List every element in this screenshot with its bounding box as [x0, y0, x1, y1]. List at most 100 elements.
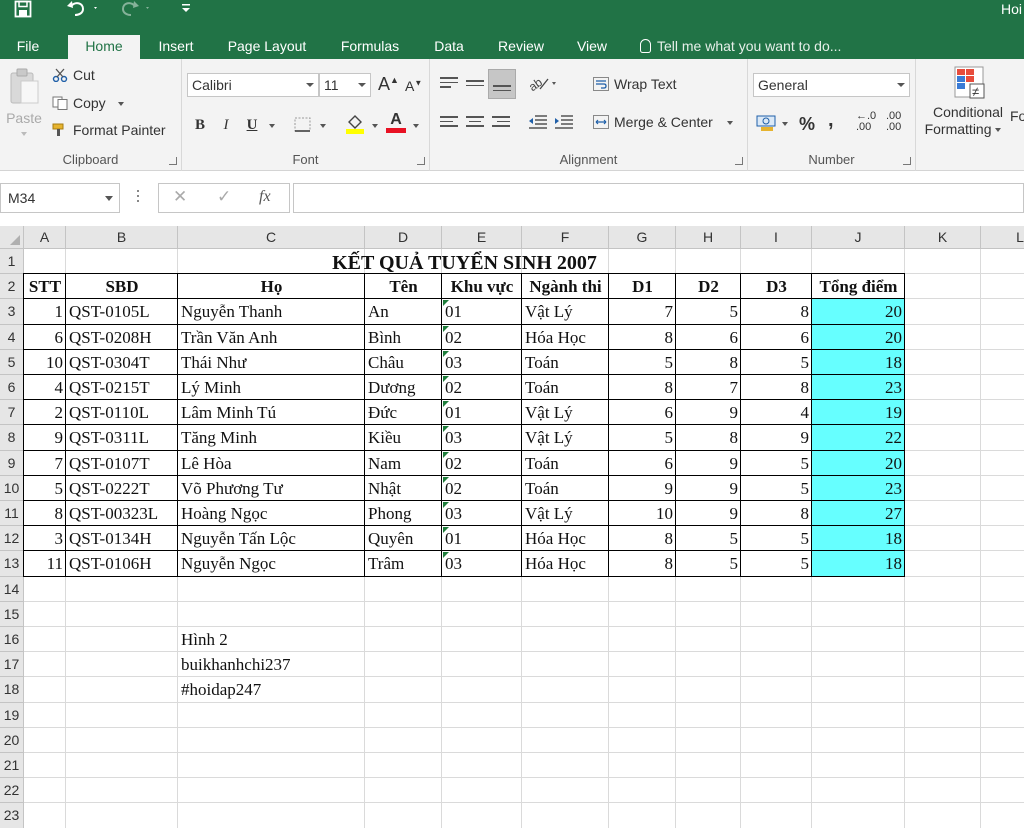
table-cell[interactable]: 8 [24, 501, 66, 526]
paste-button[interactable]: Paste [6, 67, 42, 147]
table-cell[interactable]: 9 [676, 476, 741, 501]
table-cell[interactable]: Trần Văn Anh [178, 325, 365, 350]
column-header-l[interactable]: L [981, 226, 1024, 249]
table-cell[interactable]: Nguyễn Ngọc [178, 551, 365, 576]
table-cell[interactable]: Nhật [365, 476, 442, 501]
table-header-cell[interactable]: D2 [676, 274, 741, 299]
align-left-icon[interactable] [440, 116, 458, 130]
percent-button[interactable]: % [799, 114, 815, 135]
note-cell[interactable]: Hình 2 [178, 627, 365, 652]
table-cell[interactable]: 01 [442, 299, 522, 324]
table-cell[interactable]: 3 [24, 526, 66, 551]
font-size-select[interactable]: 11 [319, 73, 371, 97]
row-header-22[interactable]: 22 [0, 778, 24, 804]
tell-me-search[interactable]: Tell me what you want to do... [640, 35, 841, 59]
table-cell[interactable]: Bình [365, 325, 442, 350]
row-header-3[interactable]: 3 [0, 299, 24, 325]
format-painter-button[interactable]: Format Painter [52, 122, 166, 138]
align-right-icon[interactable] [492, 116, 510, 130]
row-header-18[interactable]: 18 [0, 677, 24, 703]
table-cell[interactable]: 03 [442, 350, 522, 375]
grow-font-button[interactable]: A▲ [378, 74, 399, 95]
table-cell[interactable]: Đức [365, 400, 442, 425]
table-cell[interactable]: QST-00323L [66, 501, 178, 526]
table-header-cell[interactable]: Tên [365, 274, 442, 299]
borders-button[interactable] [294, 117, 312, 136]
column-header-c[interactable]: C [178, 226, 365, 249]
table-cell[interactable]: QST-0215T [66, 375, 178, 400]
table-header-cell[interactable]: D1 [609, 274, 676, 299]
accounting-dropdown-icon[interactable] [782, 122, 788, 126]
bold-button[interactable]: B [190, 114, 210, 136]
align-center-icon[interactable] [466, 116, 484, 130]
fill-color-dropdown-icon[interactable] [372, 124, 378, 128]
italic-button[interactable]: I [216, 114, 236, 136]
select-all-corner[interactable] [0, 226, 24, 249]
cut-button[interactable]: Cut [52, 67, 95, 83]
row-header-23[interactable]: 23 [0, 803, 24, 828]
format-table-button-partial[interactable]: Fo [1010, 108, 1024, 124]
table-cell[interactable]: 4 [741, 400, 812, 425]
row-header-21[interactable]: 21 [0, 753, 24, 779]
table-cell[interactable]: QST-0105L [66, 299, 178, 324]
table-cell[interactable]: Tăng Minh [178, 425, 365, 450]
table-cell[interactable]: 18 [812, 526, 905, 551]
row-header-16[interactable]: 16 [0, 627, 24, 653]
table-cell[interactable]: 7 [676, 375, 741, 400]
row-header-1[interactable]: 1 [0, 249, 24, 275]
row-header-11[interactable]: 11 [0, 501, 24, 527]
table-cell[interactable]: Hóa Học [522, 325, 609, 350]
table-cell[interactable]: 4 [24, 375, 66, 400]
table-cell[interactable]: Nguyễn Tấn Lộc [178, 526, 365, 551]
table-cell[interactable]: Vật Lý [522, 299, 609, 324]
table-cell[interactable]: 5 [676, 299, 741, 324]
table-cell[interactable]: Hóa Học [522, 526, 609, 551]
undo-icon[interactable] [66, 0, 98, 18]
table-cell[interactable]: 8 [609, 551, 676, 576]
increase-decimal-button[interactable]: ←.0.00 [856, 111, 876, 133]
table-cell[interactable]: Quyên [365, 526, 442, 551]
table-cell[interactable]: Thái Như [178, 350, 365, 375]
table-cell[interactable]: 18 [812, 551, 905, 576]
table-cell[interactable]: 10 [609, 501, 676, 526]
font-name-select[interactable]: Calibri [187, 73, 319, 97]
table-cell[interactable]: QST-0208H [66, 325, 178, 350]
table-cell[interactable]: Lý Minh [178, 375, 365, 400]
table-cell[interactable]: 9 [676, 501, 741, 526]
table-cell[interactable]: 22 [812, 425, 905, 450]
table-cell[interactable]: 5 [609, 425, 676, 450]
table-cell[interactable]: 6 [609, 451, 676, 476]
table-header-cell[interactable]: Khu vực [442, 274, 522, 299]
orientation-button[interactable]: ab [526, 73, 556, 96]
row-header-2[interactable]: 2 [0, 274, 24, 300]
table-cell[interactable]: 02 [442, 476, 522, 501]
table-cell[interactable]: Lê Hòa [178, 451, 365, 476]
copy-dropdown-icon[interactable] [117, 102, 124, 106]
table-cell[interactable]: 9 [676, 400, 741, 425]
tab-insert[interactable]: Insert [150, 35, 202, 59]
table-header-cell[interactable]: Tổng điểm [812, 274, 905, 299]
paste-dropdown-icon[interactable] [21, 132, 27, 136]
table-cell[interactable]: 27 [812, 501, 905, 526]
table-cell[interactable]: Toán [522, 375, 609, 400]
table-cell[interactable]: 11 [24, 551, 66, 576]
fill-color-button[interactable] [345, 113, 365, 138]
table-cell[interactable]: 8 [741, 299, 812, 324]
table-cell[interactable]: 02 [442, 325, 522, 350]
row-header-10[interactable]: 10 [0, 475, 24, 501]
middle-align-icon[interactable] [466, 80, 484, 94]
underline-dropdown-icon[interactable] [269, 124, 275, 128]
table-header-cell[interactable]: STT [24, 274, 66, 299]
merge-center-button[interactable]: Merge & Center [593, 114, 733, 130]
table-cell[interactable]: 03 [442, 501, 522, 526]
tab-formulas[interactable]: Formulas [334, 35, 406, 59]
table-cell[interactable]: 1 [24, 299, 66, 324]
table-cell[interactable]: 10 [24, 350, 66, 375]
table-cell[interactable]: Kiều [365, 425, 442, 450]
table-cell[interactable]: 02 [442, 375, 522, 400]
table-header-cell[interactable]: SBD [66, 274, 178, 299]
column-header-i[interactable]: I [741, 226, 812, 249]
row-header-4[interactable]: 4 [0, 324, 24, 350]
column-header-f[interactable]: F [522, 226, 609, 249]
column-header-g[interactable]: G [609, 226, 676, 249]
